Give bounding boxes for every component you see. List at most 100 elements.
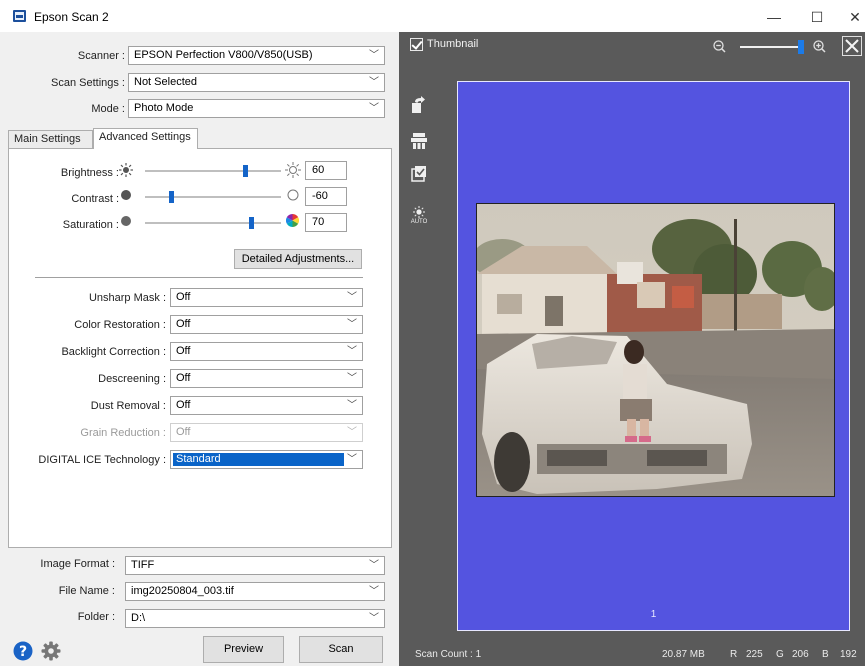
brightness-slider-thumb[interactable] — [243, 165, 248, 177]
grain-reduction-select: Off ﹀ — [170, 423, 363, 442]
contrast-slider-track[interactable] — [145, 196, 281, 198]
file-name-label: File Name : — [58, 585, 115, 597]
detailed-adjustments-button[interactable]: Detailed Adjustments... — [234, 249, 362, 269]
chevron-down-icon: ﹀ — [347, 292, 357, 303]
scan-settings-select[interactable]: Not Selected ﹀ — [128, 73, 385, 92]
chevron-down-icon: ﹀ — [369, 586, 379, 597]
photo-image — [477, 204, 834, 496]
dust-removal-label: Dust Removal : — [90, 400, 166, 412]
folder-select[interactable]: D:\ ﹀ — [125, 609, 385, 628]
backlight-correction-value: Off — [176, 345, 191, 357]
saturation-high-icon — [286, 214, 299, 227]
file-name-select[interactable]: img20250804_003.tif ﹀ — [125, 582, 385, 601]
brightness-low-icon — [119, 163, 133, 177]
chevron-down-icon: ﹀ — [347, 319, 357, 330]
page-number: 1 — [650, 609, 657, 620]
dust-removal-select[interactable]: Off ﹀ — [170, 396, 363, 415]
zoom-slider-track[interactable] — [740, 46, 798, 48]
chevron-down-icon: ﹀ — [369, 560, 379, 571]
select-all-icon[interactable] — [410, 164, 428, 182]
backlight-correction-select[interactable]: Off ﹀ — [170, 342, 363, 361]
green-label: G — [776, 649, 784, 660]
preview-panel: Thumbnail AUTO 1 Scan Count: 1 20.87 MB… — [399, 32, 865, 666]
file-size: 20.87 MB — [662, 649, 705, 660]
mode-select[interactable]: Photo Mode ﹀ — [128, 99, 385, 118]
grain-reduction-value: Off — [176, 426, 191, 438]
contrast-value-field[interactable]: -60 — [305, 187, 347, 206]
mode-value: Photo Mode — [134, 102, 194, 114]
descreening-select[interactable]: Off ﹀ — [170, 369, 363, 388]
clear-preview-icon[interactable] — [842, 36, 862, 56]
chevron-down-icon: ﹀ — [347, 400, 357, 411]
chevron-down-icon: ﹀ — [347, 373, 357, 384]
saturation-low-icon — [121, 216, 131, 226]
image-format-select[interactable]: TIFF ﹀ — [125, 556, 385, 575]
zoom-out-icon[interactable] — [713, 40, 726, 53]
chevron-down-icon: ﹀ — [347, 346, 357, 357]
contrast-low-icon — [121, 190, 131, 200]
digital-ice-select[interactable]: Standard ﹀ — [170, 450, 363, 469]
scanner-value: EPSON Perfection V800/V850(USB) — [134, 49, 313, 61]
brightness-slider-track[interactable] — [145, 170, 281, 172]
red-value: 225 — [746, 649, 763, 660]
scanner-select[interactable]: EPSON Perfection V800/V850(USB) ﹀ — [128, 46, 385, 65]
saturation-slider-track[interactable] — [145, 222, 281, 224]
color-restoration-select[interactable]: Off ﹀ — [170, 315, 363, 334]
section-divider — [35, 277, 363, 278]
red-label: R — [730, 649, 738, 660]
contrast-slider-thumb[interactable] — [169, 191, 174, 203]
descreening-value: Off — [176, 372, 191, 384]
unsharp-mask-value: Off — [176, 291, 191, 303]
scan-settings-label: Scan Settings : — [51, 77, 125, 89]
tab-advanced-settings[interactable]: Advanced Settings — [93, 128, 198, 149]
auto-locate-icon[interactable] — [410, 132, 428, 150]
saturation-label: Saturation : — [62, 219, 119, 231]
color-restoration-label: Color Restoration : — [74, 319, 166, 331]
chevron-down-icon: ﹀ — [347, 427, 357, 438]
file-name-value: img20250804_003.tif — [131, 585, 234, 597]
minimize-button[interactable]: — — [759, 6, 789, 28]
help-icon[interactable]: ? — [13, 641, 33, 661]
maximize-button[interactable]: ☐ — [802, 6, 832, 28]
contrast-high-icon — [287, 189, 299, 201]
thumbnail-checkbox[interactable] — [410, 38, 423, 51]
auto-exposure-label: AUTO — [410, 219, 428, 225]
tab-main-settings[interactable]: Main Settings — [8, 130, 93, 148]
thumbnail-label: Thumbnail — [427, 38, 479, 50]
saturation-value-field[interactable]: 70 — [305, 213, 347, 232]
epson-scan-app-icon — [13, 10, 26, 22]
gear-icon[interactable] — [41, 641, 61, 661]
zoom-slider-thumb[interactable] — [798, 40, 804, 54]
image-format-value: TIFF — [131, 559, 155, 571]
scan-button[interactable]: Scan — [299, 636, 383, 663]
preview-button[interactable]: Preview — [203, 636, 284, 663]
status-bar: Scan Count : 1 20.87 MB R 225 G 206 B 19… — [399, 644, 865, 666]
unsharp-mask-select[interactable]: Off ﹀ — [170, 288, 363, 307]
zoom-in-icon[interactable] — [813, 40, 826, 53]
close-button[interactable]: ✕ — [840, 6, 865, 28]
brightness-high-icon — [285, 162, 301, 178]
svg-text:?: ? — [19, 644, 27, 660]
preview-image-area[interactable]: 1 — [457, 81, 850, 631]
digital-ice-value: Standard — [173, 453, 344, 466]
scanned-photo[interactable] — [476, 203, 835, 497]
chevron-down-icon: ﹀ — [347, 454, 357, 465]
descreening-label: Descreening : — [98, 373, 166, 385]
window-title: Epson Scan 2 — [34, 10, 109, 24]
saturation-slider-thumb[interactable] — [249, 217, 254, 229]
grain-reduction-label: Grain Reduction : — [80, 427, 166, 439]
brightness-value-field[interactable]: 60 — [305, 161, 347, 180]
brightness-label: Brightness : — [60, 167, 119, 179]
scan-settings-value: Not Selected — [134, 76, 197, 88]
chevron-down-icon: ﹀ — [369, 103, 379, 114]
mode-label: Mode : — [91, 103, 125, 115]
scan-count: Scan Count : 1 — [415, 649, 482, 660]
rotate-icon[interactable] — [410, 96, 428, 114]
dust-removal-value: Off — [176, 399, 191, 411]
backlight-correction-label: Backlight Correction : — [61, 346, 166, 358]
color-restoration-value: Off — [176, 318, 191, 330]
chevron-down-icon: ﹀ — [369, 77, 379, 88]
preview-toolbar: Thumbnail — [399, 32, 865, 58]
digital-ice-label: DIGITAL ICE Technology : — [38, 454, 166, 466]
green-value: 206 — [792, 649, 809, 660]
